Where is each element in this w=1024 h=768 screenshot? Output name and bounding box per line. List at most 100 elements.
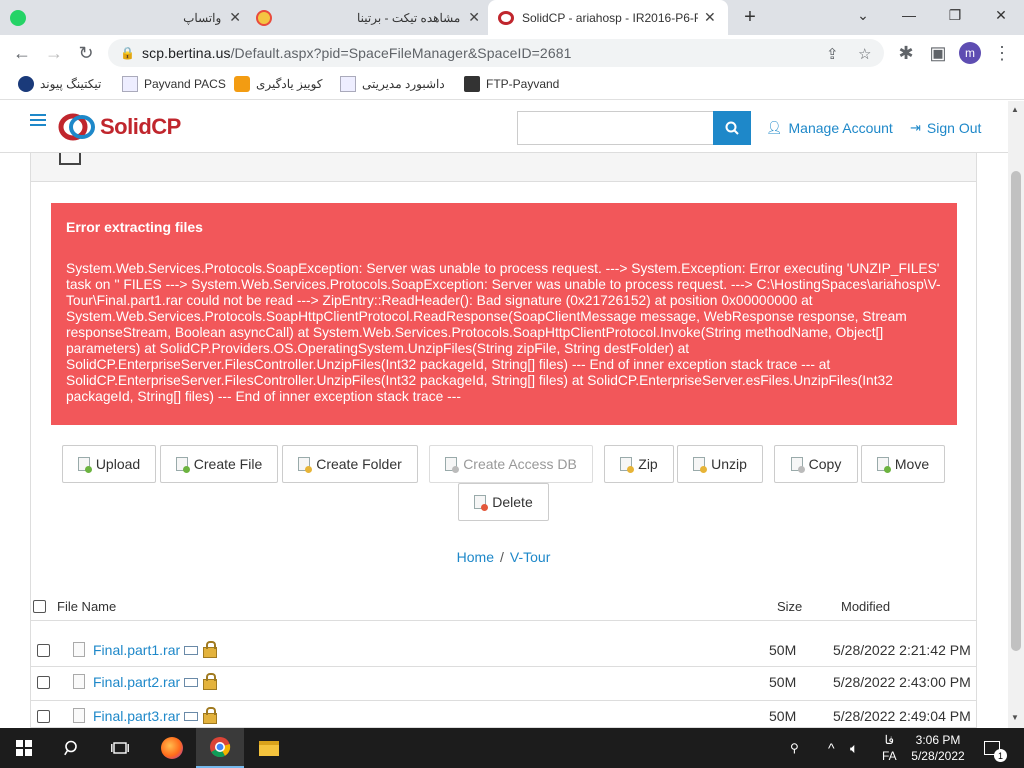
sidebar-icon[interactable]: ▣ [924,39,952,67]
select-all-checkbox[interactable] [33,600,46,613]
system-clock[interactable]: 3:06 PM 5/28/2022 [906,732,970,764]
breadcrumb: Home / V-Tour [31,549,976,565]
move-button[interactable]: Move [861,445,945,483]
bookmark-quiz[interactable]: کوییز یادگیری [228,76,323,92]
close-window-icon[interactable]: ✕ [978,0,1024,30]
task-view-icon[interactable] [96,728,144,768]
column-file-name[interactable]: File Name [57,599,116,614]
close-icon[interactable]: ✕ [468,9,480,26]
delete-button[interactable]: Delete [458,483,549,521]
bookmark-pacs[interactable]: Payvand PACS [116,76,226,92]
star-icon[interactable]: ☆ [858,45,871,63]
search-input[interactable] [517,111,713,145]
panel-header [31,147,976,182]
lock-icon: 🔒 [120,46,135,60]
page-scrollbar[interactable]: ▲ ▼ [1008,101,1024,728]
search-icon[interactable] [48,728,96,768]
file-explorer-icon[interactable] [245,728,293,768]
row-checkbox[interactable] [37,644,50,657]
file-name-link[interactable]: Final.part2.rar [93,674,180,690]
lock-icon[interactable] [203,672,218,690]
hamburger-menu-icon[interactable] [30,114,46,129]
move-icon [876,457,891,473]
file-size: 50M [769,642,797,658]
windows-start-icon[interactable] [0,728,48,768]
chrome-icon[interactable] [196,728,244,768]
tab-ticket[interactable]: مشاهده تیکت - برتینا ✕ [256,0,484,35]
bookmark-ftp[interactable]: FTP-Payvand [458,76,559,92]
new-tab-button[interactable]: + [727,2,773,32]
row-checkbox[interactable] [37,676,50,689]
unzip-button[interactable]: Unzip [677,445,763,483]
scroll-up-icon[interactable]: ▲ [1011,105,1019,114]
language-short: فا [884,733,895,747]
create-file-button[interactable]: Create File [160,445,278,483]
forward-icon[interactable]: → [40,39,68,67]
create-folder-button[interactable]: Create Folder [282,445,418,483]
sign-out-link[interactable]: ⇥ Sign Out [910,120,981,136]
reload-icon[interactable]: ↻ [72,39,100,67]
url-field[interactable]: 🔒 scp.bertina.us/Default.aspx?pid=SpaceF… [108,39,884,67]
edit-icon[interactable] [184,645,199,655]
language-indicator[interactable]: فا FA [882,732,897,764]
column-size[interactable]: Size [777,599,802,614]
table-row[interactable]: Final.part1.rar 50M 5/28/2022 2:21:42 PM [31,633,976,667]
minimize-icon[interactable]: — [886,0,932,30]
close-icon[interactable]: ✕ [229,9,241,26]
file-name-link[interactable]: Final.part3.rar [93,708,180,724]
create-folder-label: Create Folder [316,456,402,472]
close-icon[interactable]: ✕ [704,9,716,26]
extensions-icon[interactable]: ✱ [892,39,920,67]
solidcp-logo-icon [58,113,95,141]
language-code: FA [882,749,897,763]
show-hidden-icons[interactable]: ^ [828,728,835,768]
scroll-down-icon[interactable]: ▼ [1011,713,1019,722]
zip-button[interactable]: Zip [604,445,674,483]
page-icon [122,76,138,92]
tab-solidcp[interactable]: SolidCP - ariahosp - IR2016-P6-F ✕ [488,0,728,35]
table-row[interactable]: Final.part2.rar 50M 5/28/2022 2:43:00 PM [31,667,976,701]
tab-search-icon[interactable]: ⌄ [840,0,886,30]
row-checkbox[interactable] [37,710,50,723]
edit-icon[interactable] [184,711,199,721]
file-manager-panel: Error extracting files System.Web.Servic… [30,147,977,728]
volume-icon[interactable]: 🔈︎ [850,728,858,768]
create-access-db-button[interactable]: Create Access DB [429,445,593,483]
bookmark-label: FTP-Payvand [486,77,560,91]
firefox-icon[interactable] [148,728,196,768]
delete-label: Delete [492,494,533,510]
upload-button[interactable]: Upload [62,445,156,483]
lock-icon[interactable] [203,640,218,658]
tab-whatsapp[interactable]: واتساپ ✕ [10,0,245,35]
menu-icon[interactable]: ⋮ [988,39,1016,67]
solidcp-logo[interactable]: SolidCP [58,112,181,142]
table-row[interactable]: Final.part3.rar 50M 5/28/2022 2:49:04 PM [31,701,976,728]
file-name-link[interactable]: Final.part1.rar [93,642,180,658]
share-icon[interactable]: ⇪ [826,45,839,63]
back-icon[interactable]: ← [8,39,36,67]
sign-out-icon: ⇥ [910,120,921,135]
site-header: SolidCP 👤︎ Manage Account ⇥ Sign Out [0,101,1008,153]
people-icon[interactable]: ⚲ [790,728,799,768]
notification-glyph: 1 [984,741,1007,762]
manage-account-label: Manage Account [788,120,893,136]
edit-icon[interactable] [184,677,199,687]
restore-icon[interactable]: ❐ [932,0,978,30]
search-button[interactable] [713,111,751,145]
windows-taskbar: ⚲ ^ 🔈︎ فا FA 3:06 PM 5/28/2022 1 [0,728,1024,768]
bookmark-ticketing[interactable]: تیکتینگ پیوند [12,76,101,92]
manage-account-link[interactable]: 👤︎ Manage Account [766,120,893,136]
profile-avatar[interactable]: m [956,39,984,67]
user-icon: 👤︎ [766,120,783,135]
clock-time: 3:06 PM [915,733,961,747]
bookmarks-bar: تیکتینگ پیوند Payvand PACS کوییز یادگیری… [0,70,1024,100]
breadcrumb-current[interactable]: V-Tour [510,549,550,565]
notification-icon[interactable]: 1 [984,728,1007,768]
bookmark-dashboard[interactable]: داشبورد مدیریتی [334,76,445,92]
database-icon [445,457,460,473]
copy-button[interactable]: Copy [774,445,858,483]
column-modified[interactable]: Modified [841,599,890,614]
lock-icon[interactable] [203,706,218,724]
scrollbar-thumb[interactable] [1011,171,1021,651]
breadcrumb-home[interactable]: Home [457,549,494,565]
